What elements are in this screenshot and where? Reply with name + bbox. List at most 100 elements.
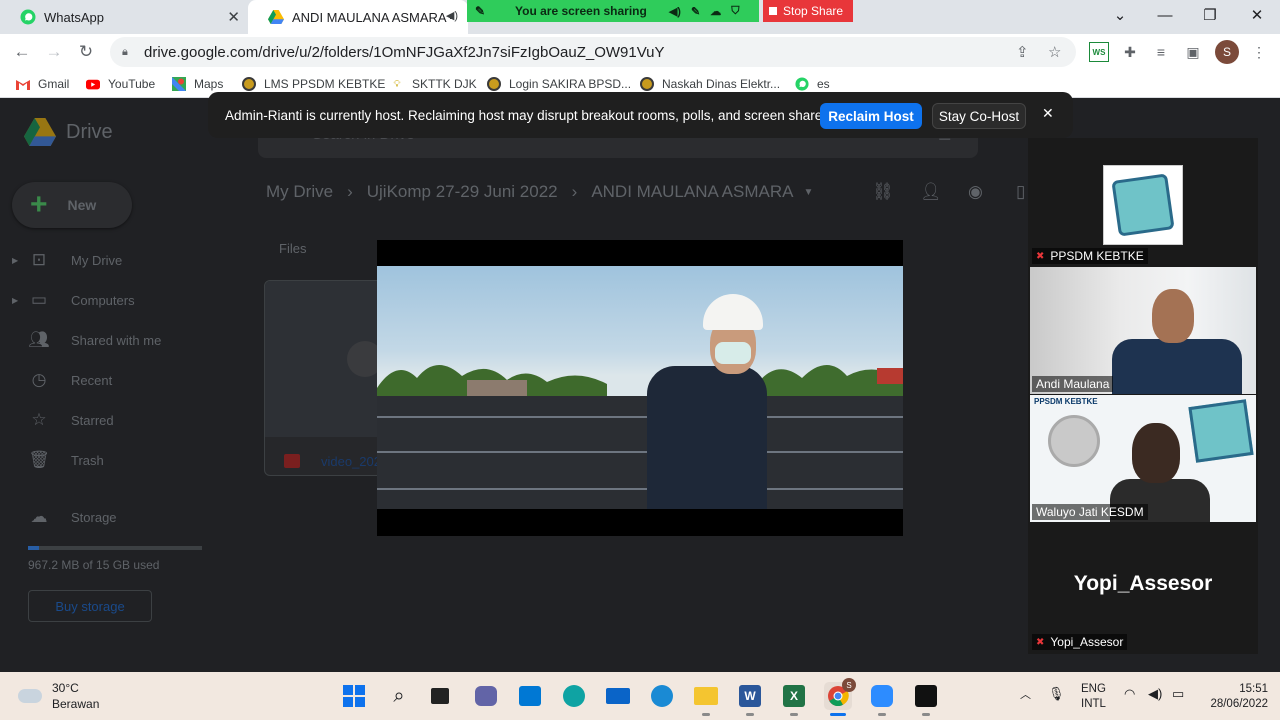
buy-storage-button[interactable]: Buy storage: [28, 590, 152, 622]
breadcrumb-my-drive[interactable]: My Drive: [266, 182, 333, 202]
shield-icon[interactable]: ⛉: [731, 5, 739, 18]
browser-menu-icon[interactable]: ⋮: [1249, 42, 1269, 62]
add-person-icon[interactable]: 👤︎: [920, 182, 942, 202]
ws-extension-icon[interactable]: WS: [1089, 42, 1109, 62]
annotate-icon[interactable]: ✎: [691, 5, 700, 18]
participant-tile[interactable]: ✖ PPSDM KEBTKE: [1030, 140, 1256, 266]
side-panel-icon[interactable]: ▣: [1183, 42, 1203, 62]
word-icon[interactable]: W: [736, 682, 764, 716]
file-explorer-icon[interactable]: [692, 682, 720, 716]
expand-arrow-icon[interactable]: ▶: [12, 296, 18, 305]
breadcrumb-current-folder[interactable]: ANDI MAULANA ASMARA: [591, 182, 793, 202]
bookmark-naskah-dinas[interactable]: Naskah Dinas Elektr...: [640, 76, 780, 92]
preview-eye-icon[interactable]: ◉: [968, 182, 983, 202]
mail-icon[interactable]: [604, 682, 632, 710]
battery-icon[interactable]: ▭: [1172, 686, 1184, 702]
nav-shared-with-me[interactable]: 👥︎ Shared with me: [0, 326, 240, 354]
chevron-up-icon[interactable]: ︿: [1020, 686, 1031, 702]
nav-storage[interactable]: ☁ Storage: [0, 503, 240, 531]
task-view-icon[interactable]: [426, 682, 454, 710]
audio-icon[interactable]: ◀): [669, 5, 681, 18]
forward-button[interactable]: →: [42, 40, 66, 64]
participant-tile[interactable]: Yopi_Assesor ✖ Yopi_Assesor: [1030, 524, 1256, 652]
muted-mic-icon: ✖: [1036, 250, 1045, 262]
wifi-icon[interactable]: ◠: [1124, 686, 1135, 702]
nav-computers[interactable]: ▶ ▭ Computers: [0, 286, 240, 314]
nav-trash[interactable]: 🗑︎ Trash: [0, 446, 240, 474]
bookmark-es[interactable]: es: [795, 76, 830, 92]
file-card-video[interactable]: [264, 280, 384, 476]
cloud-icon[interactable]: ☁: [710, 5, 721, 18]
close-icon[interactable]: ✕: [1042, 105, 1054, 122]
edge-icon[interactable]: [560, 682, 588, 710]
start-button[interactable]: [340, 682, 368, 710]
microsoft-store-icon[interactable]: [516, 682, 544, 710]
input-language-indicator[interactable]: ENG INTL: [1081, 682, 1106, 712]
stop-share-button[interactable]: Stop Share: [763, 0, 853, 22]
participant-tile[interactable]: Andi Maulana: [1030, 267, 1256, 394]
speaker-icon[interactable]: ◀): [446, 9, 458, 22]
video-player[interactable]: [377, 240, 903, 536]
media-controls-icon[interactable]: ≡: [1151, 42, 1171, 62]
breadcrumb-ujikomp[interactable]: UjiKomp 27-29 Juni 2022: [367, 182, 558, 202]
system-clock[interactable]: 15:51 28/06/2022: [1198, 682, 1268, 712]
search-icon[interactable]: ⌕: [385, 682, 413, 710]
google-drive-icon: [268, 9, 284, 25]
expand-arrow-icon[interactable]: ▶: [12, 256, 18, 265]
bookmark-label: YouTube: [108, 77, 156, 91]
bookmark-sakira[interactable]: Login SAKIRA BPSD...: [487, 76, 631, 92]
participant-tile[interactable]: PPSDM KEBTKE Waluyo Jati KESDM: [1030, 395, 1256, 522]
zoom-icon[interactable]: [868, 682, 896, 716]
chrome-icon[interactable]: S: [824, 678, 856, 716]
reload-button[interactable]: ↻: [74, 40, 98, 64]
close-window-button[interactable]: ✕: [1237, 0, 1277, 30]
participant-name-label: ✖ PPSDM KEBTKE: [1032, 248, 1148, 264]
app-shape: [651, 685, 673, 707]
audio-app-icon[interactable]: [912, 682, 940, 716]
share-page-icon[interactable]: ⇪: [1016, 43, 1029, 61]
extensions-puzzle-icon[interactable]: ✚: [1120, 42, 1140, 62]
close-tab-icon[interactable]: ✕: [227, 8, 240, 26]
bookmark-star-icon[interactable]: ☆: [1048, 43, 1061, 61]
drive-logo[interactable]: Drive: [24, 118, 113, 146]
store-shape: [519, 686, 541, 706]
tab-whatsapp[interactable]: WhatsApp ✕: [0, 0, 248, 34]
bookmark-skttk-djk[interactable]: 💡︎ SKTTK DJK: [390, 76, 477, 92]
nav-recent[interactable]: ◷ Recent: [0, 366, 240, 394]
address-bar[interactable]: 🔒︎ drive.google.com/drive/u/2/folders/1O…: [110, 37, 1076, 67]
teams-chat-icon[interactable]: [472, 682, 500, 710]
stay-co-host-button[interactable]: Stay Co-Host: [932, 103, 1026, 129]
excel-icon[interactable]: X: [780, 682, 808, 716]
bookmark-gmail[interactable]: Gmail: [16, 76, 69, 92]
volume-icon[interactable]: ◀): [1148, 686, 1162, 702]
chevron-down-icon[interactable]: ▼: [803, 187, 813, 198]
chrome-profile-badge: S: [842, 678, 856, 692]
share-pin-icon[interactable]: ✎: [475, 4, 485, 18]
profile-avatar[interactable]: S: [1215, 40, 1239, 64]
my-drive-icon: ⊡: [31, 250, 47, 269]
microphone-icon[interactable]: 🎙︎: [1048, 686, 1065, 702]
weather-widget[interactable]: 30°C Berawan: [18, 680, 99, 712]
bookmark-youtube[interactable]: YouTube: [86, 76, 155, 92]
tab-search-icon[interactable]: ⌄: [1100, 0, 1140, 30]
shared-icon: 👥︎: [28, 330, 50, 349]
zoom-shape: [871, 685, 893, 707]
minimize-button[interactable]: —: [1145, 0, 1185, 30]
bookmark-maps[interactable]: Maps: [172, 76, 223, 92]
bookmark-lms-ppsdm[interactable]: LMS PPSDM KEBTKE: [242, 76, 385, 92]
participant-name-label: Waluyo Jati KESDM: [1032, 504, 1148, 520]
new-button[interactable]: + New: [12, 182, 132, 228]
trash-icon[interactable]: ▯: [1016, 182, 1025, 202]
link-icon[interactable]: ⛓: [872, 182, 894, 202]
tab-drive-folder[interactable]: ANDI MAULANA ASMARA - ◀): [248, 0, 468, 34]
nav-my-drive[interactable]: ▶ ⊡ My Drive: [0, 246, 240, 274]
tab-title: ANDI MAULANA ASMARA -: [292, 9, 454, 25]
lock-icon[interactable]: 🔒︎: [122, 46, 136, 59]
nav-starred[interactable]: ☆ Starred: [0, 406, 240, 434]
fluent-app-icon[interactable]: [648, 682, 676, 710]
reclaim-host-button[interactable]: Reclaim Host: [820, 103, 922, 129]
back-button[interactable]: ←: [10, 40, 34, 64]
file-name[interactable]: video_202: [321, 454, 381, 469]
muted-mic-icon: ✖: [1036, 636, 1045, 648]
restore-button[interactable]: ❐: [1190, 0, 1230, 30]
